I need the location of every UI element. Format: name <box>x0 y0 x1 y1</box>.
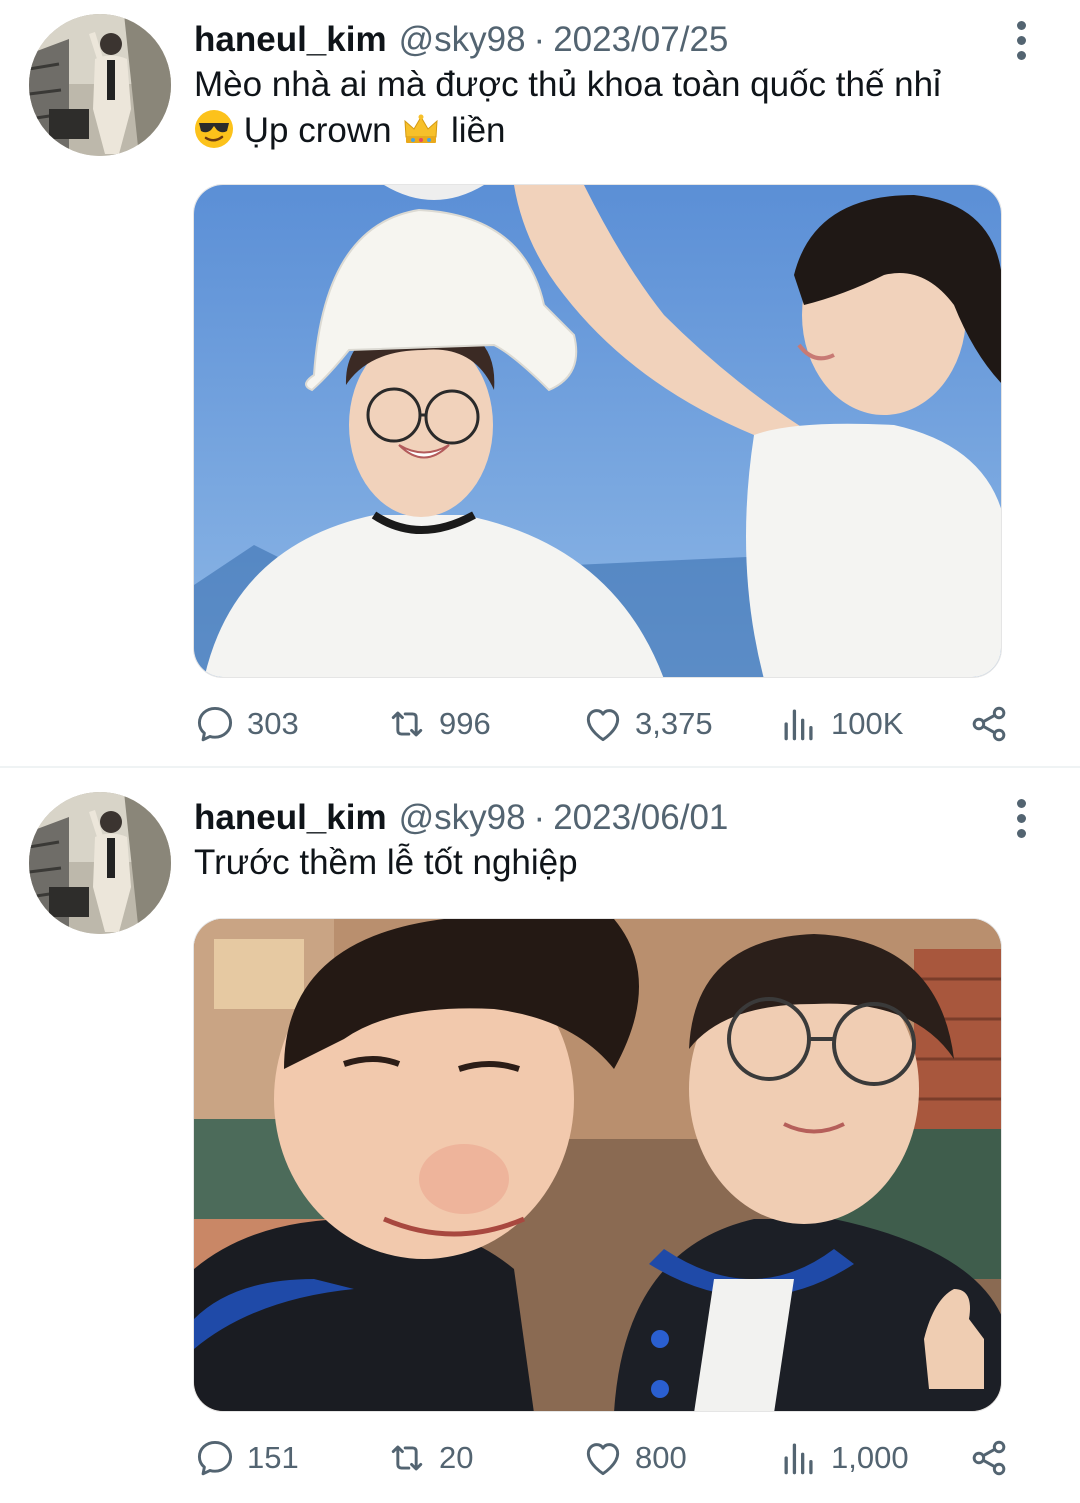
crown-icon <box>404 114 438 143</box>
tweet-date[interactable]: 2023/07/25 <box>553 20 728 60</box>
display-name[interactable]: haneul_kim <box>194 798 387 838</box>
more-options-icon[interactable] <box>1006 794 1036 842</box>
retweet-count: 996 <box>439 706 491 741</box>
heart-icon <box>586 709 620 742</box>
like-count: 3,375 <box>635 706 713 741</box>
tweet-text-line: Mèo nhà ai mà được thủ khoa toàn quốc th… <box>194 65 941 104</box>
retweet-icon <box>391 711 423 737</box>
views-count: 100K <box>831 706 904 741</box>
reply-button[interactable]: 303 <box>193 699 299 749</box>
views-button[interactable]: 100K <box>777 699 903 749</box>
tweet-text: Trước thềm lễ tốt nghiệp <box>194 840 1024 886</box>
like-count: 800 <box>635 1440 687 1475</box>
separator: · <box>533 798 546 837</box>
like-button[interactable]: 3,375 <box>581 699 713 749</box>
views-chart-icon <box>784 1443 813 1475</box>
reply-count: 151 <box>247 1440 299 1475</box>
smiling-face-with-sunglasses-icon <box>195 110 233 148</box>
retweet-button[interactable]: 20 <box>385 1433 473 1483</box>
avatar[interactable] <box>29 792 171 934</box>
tweet-header: haneul_kim @sky98 · 2023/07/25 <box>194 16 728 64</box>
display-name[interactable]: haneul_kim <box>194 20 387 60</box>
views-chart-icon <box>784 709 813 741</box>
share-icon <box>972 1440 1006 1476</box>
share-button[interactable] <box>967 699 1011 749</box>
tweet-text-line: Ụp crown liền <box>194 108 1024 154</box>
reply-button[interactable]: 151 <box>193 1433 299 1483</box>
like-button[interactable]: 800 <box>581 1433 687 1483</box>
retweet-button[interactable]: 996 <box>385 699 491 749</box>
tweet-header: haneul_kim @sky98 · 2023/06/01 <box>194 794 728 842</box>
tweet-item[interactable]: haneul_kim @sky98 · 2023/07/25 Mèo nhà a… <box>0 0 1080 766</box>
tweet-item[interactable]: haneul_kim @sky98 · 2023/06/01 Trước thề… <box>0 768 1080 1503</box>
separator: · <box>533 20 546 59</box>
comment-icon <box>197 1440 233 1476</box>
reply-count: 303 <box>247 706 299 741</box>
tweet-text: Mèo nhà ai mà được thủ khoa toàn quốc th… <box>194 62 1024 154</box>
comment-icon <box>197 706 233 742</box>
tweet-text-line: Trước thềm lễ tốt nghiệp <box>194 843 578 882</box>
tweet-photo[interactable] <box>193 184 1002 678</box>
retweet-icon <box>391 1445 423 1471</box>
tweet-text-fragment: Ụp crown <box>243 111 392 150</box>
tweet-photo[interactable] <box>193 918 1002 1412</box>
heart-icon <box>586 1443 620 1476</box>
share-button[interactable] <box>967 1433 1011 1483</box>
tweet-actions: 151 20 800 1,000 <box>193 1433 1023 1483</box>
tweet-text-fragment: liền <box>451 111 506 150</box>
tweet-actions: 303 996 3,375 100K <box>193 699 1023 749</box>
avatar[interactable] <box>29 14 171 156</box>
handle[interactable]: @sky98 <box>399 798 526 838</box>
more-options-icon[interactable] <box>1006 16 1036 64</box>
views-button[interactable]: 1,000 <box>777 1433 909 1483</box>
share-icon <box>972 706 1006 742</box>
views-count: 1,000 <box>831 1440 909 1475</box>
handle[interactable]: @sky98 <box>399 20 526 60</box>
retweet-count: 20 <box>439 1440 474 1475</box>
tweet-date[interactable]: 2023/06/01 <box>553 798 728 838</box>
